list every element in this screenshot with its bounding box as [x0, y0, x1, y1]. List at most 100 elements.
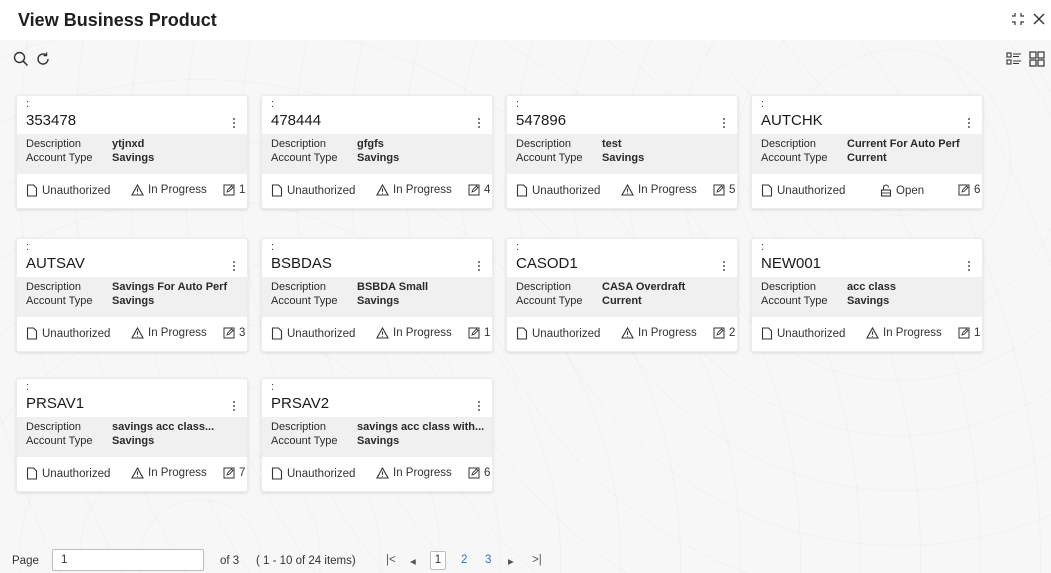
- minimize-icon[interactable]: [1009, 10, 1027, 28]
- account-type-label: Account Type: [271, 295, 338, 307]
- account-type-value: Savings: [112, 295, 155, 307]
- product-code: PRSAV2: [271, 395, 330, 412]
- description-value: savings acc class...: [112, 421, 215, 433]
- more-options-icon[interactable]: [719, 259, 729, 273]
- description-value: BSBDA Small: [357, 281, 429, 293]
- account-type-value: Savings: [112, 435, 155, 447]
- card-footer: Unauthorized In Progress 3: [17, 327, 247, 345]
- search-icon[interactable]: [12, 50, 30, 68]
- description-label: Description: [26, 421, 82, 433]
- description-label: Description: [271, 421, 327, 433]
- warning-icon: [376, 327, 389, 339]
- more-options-icon[interactable]: [474, 116, 484, 130]
- account-type-value: Savings: [112, 152, 155, 164]
- product-card[interactable]: : 353478 Description ytjnxd Account Type…: [16, 95, 248, 209]
- previous-page-button[interactable]: ◂: [410, 554, 416, 568]
- list-view-icon[interactable]: [1005, 50, 1023, 68]
- warning-icon: [131, 327, 144, 339]
- more-options-icon[interactable]: [229, 116, 239, 130]
- edit-icon: [468, 467, 480, 479]
- edit-count[interactable]: 3: [223, 327, 245, 339]
- description-label: Description: [271, 138, 327, 150]
- edit-icon: [223, 327, 235, 339]
- product-code: 353478: [26, 112, 77, 129]
- toolbar: [0, 48, 1051, 72]
- warning-icon: [621, 184, 634, 196]
- more-options-icon[interactable]: [474, 399, 484, 413]
- document-icon: [271, 467, 283, 480]
- edit-icon: [713, 327, 725, 339]
- account-type-value: Current: [602, 295, 642, 307]
- edit-count[interactable]: 1: [223, 184, 245, 196]
- edit-count[interactable]: 6: [958, 184, 980, 196]
- card-colon: :: [26, 98, 30, 110]
- edit-count[interactable]: 4: [468, 184, 490, 196]
- document-icon: [26, 467, 38, 480]
- product-card[interactable]: : BSBDAS Description BSBDA Small Account…: [261, 238, 493, 352]
- product-card[interactable]: : 547896 Description test Account Type S…: [506, 95, 738, 209]
- edit-count[interactable]: 2: [713, 327, 735, 339]
- description-value: test: [602, 138, 622, 150]
- page-2-link[interactable]: 2: [461, 554, 467, 566]
- auth-status: Unauthorized: [26, 467, 110, 480]
- edit-icon: [223, 184, 235, 196]
- document-icon: [271, 184, 283, 197]
- pagination: Page of 3 ( 1 - 10 of 24 items) |< ◂ 1 2…: [0, 548, 1051, 573]
- more-options-icon[interactable]: [474, 259, 484, 273]
- next-page-button[interactable]: ▸: [508, 554, 514, 568]
- product-code: AUTSAV: [26, 255, 85, 272]
- record-status: In Progress: [621, 327, 697, 339]
- grid-view-icon[interactable]: [1028, 50, 1046, 68]
- card-details: Description gfgfs Account Type Savings: [262, 134, 492, 174]
- auth-status: Unauthorized: [26, 184, 110, 197]
- page-label: Page: [12, 555, 39, 567]
- last-page-button[interactable]: >|: [532, 554, 542, 566]
- first-page-button[interactable]: |<: [386, 554, 396, 566]
- product-card[interactable]: : CASOD1 Description CASA Overdraft Acco…: [506, 238, 738, 352]
- warning-icon: [376, 467, 389, 479]
- document-icon: [271, 327, 283, 340]
- card-footer: Unauthorized In Progress 1: [752, 327, 982, 345]
- record-status: In Progress: [376, 327, 452, 339]
- account-type-value: Savings: [357, 435, 400, 447]
- auth-status: Unauthorized: [26, 327, 110, 340]
- edit-count[interactable]: 6: [468, 467, 490, 479]
- record-status: In Progress: [376, 467, 452, 479]
- product-card[interactable]: : NEW001 Description acc class Account T…: [751, 238, 983, 352]
- product-code: PRSAV1: [26, 395, 85, 412]
- card-colon: :: [516, 98, 520, 110]
- current-page[interactable]: 1: [430, 551, 446, 570]
- record-status: Open: [880, 184, 924, 197]
- more-options-icon[interactable]: [229, 259, 239, 273]
- edit-count[interactable]: 1: [468, 327, 490, 339]
- more-options-icon[interactable]: [229, 399, 239, 413]
- page-3-link[interactable]: 3: [485, 554, 491, 566]
- more-options-icon[interactable]: [964, 259, 974, 273]
- description-value: acc class: [847, 281, 896, 293]
- more-options-icon[interactable]: [719, 116, 729, 130]
- description-value: CASA Overdraft: [602, 281, 686, 293]
- product-card[interactable]: : 478444 Description gfgfs Account Type …: [261, 95, 493, 209]
- auth-status: Unauthorized: [516, 327, 600, 340]
- edit-count[interactable]: 5: [713, 184, 735, 196]
- account-type-value: Savings: [357, 152, 400, 164]
- edit-icon: [223, 467, 235, 479]
- product-card[interactable]: : AUTCHK Description Current For Auto Pe…: [751, 95, 983, 209]
- card-colon: :: [26, 241, 30, 253]
- page-number-input[interactable]: [52, 549, 204, 571]
- account-type-label: Account Type: [516, 295, 583, 307]
- auth-status: Unauthorized: [761, 327, 845, 340]
- product-card[interactable]: : PRSAV2 Description savings acc class w…: [261, 378, 493, 492]
- refresh-icon[interactable]: [34, 50, 52, 68]
- product-code: CASOD1: [516, 255, 578, 272]
- close-icon[interactable]: [1030, 10, 1048, 28]
- warning-icon: [131, 184, 144, 196]
- product-card[interactable]: : AUTSAV Description Savings For Auto Pe…: [16, 238, 248, 352]
- unlock-icon: [880, 184, 892, 197]
- edit-count[interactable]: 1: [958, 327, 980, 339]
- edit-count[interactable]: 7: [223, 467, 245, 479]
- more-options-icon[interactable]: [964, 116, 974, 130]
- card-details: Description acc class Account Type Savin…: [752, 277, 982, 317]
- account-type-value: Savings: [357, 295, 400, 307]
- product-card[interactable]: : PRSAV1 Description savings acc class..…: [16, 378, 248, 492]
